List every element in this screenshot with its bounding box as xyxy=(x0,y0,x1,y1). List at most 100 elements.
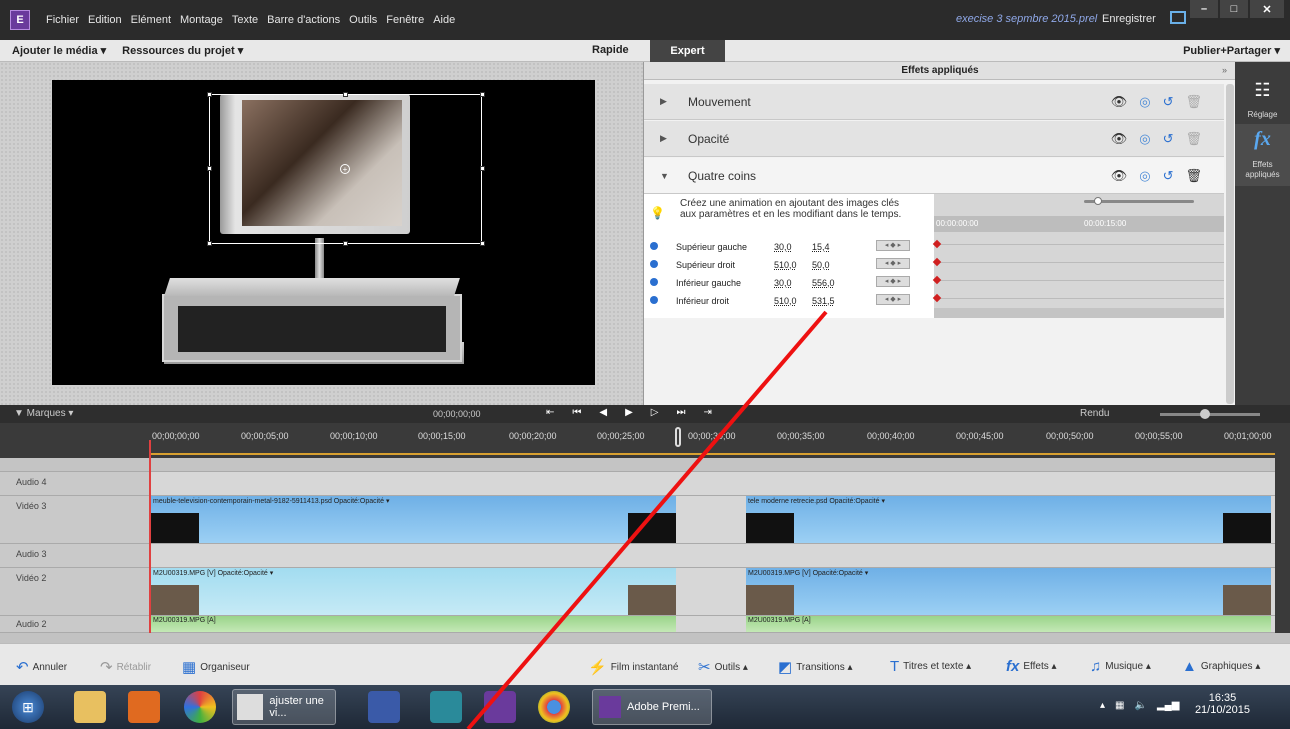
trash-icon[interactable]: 🗑 xyxy=(1185,94,1202,110)
param-value-y[interactable]: 531,5 xyxy=(812,296,835,306)
param-value-x[interactable]: 510,0 xyxy=(774,260,797,270)
prev-keyframe-icon[interactable]: ⏮ xyxy=(572,407,581,418)
volume-icon[interactable]: 🔈 xyxy=(1134,700,1146,711)
stopwatch-icon[interactable] xyxy=(650,242,658,250)
expand-arrow-icon[interactable]: ▶ xyxy=(660,133,676,144)
transitions-button[interactable]: ◩ Transitions ▴ xyxy=(778,658,853,676)
clip-tv-stand[interactable]: meuble-television-contemporain-metal-918… xyxy=(151,496,676,543)
book-icon[interactable] xyxy=(368,691,400,723)
folder-icon[interactable] xyxy=(74,691,106,723)
menu-fenetre[interactable]: Fenêtre xyxy=(386,14,424,26)
start-button-icon[interactable]: ⊞ xyxy=(12,691,44,723)
param-value-y[interactable]: 556,0 xyxy=(812,278,835,288)
resize-handle[interactable] xyxy=(480,166,485,171)
tab-rapide[interactable]: Rapide xyxy=(592,44,629,56)
elements-organizer-icon[interactable] xyxy=(430,691,462,723)
network-tray-icon[interactable]: ▦ xyxy=(1115,700,1124,711)
render-button[interactable]: Rendu xyxy=(1080,408,1109,419)
menu-element[interactable]: Elément xyxy=(131,14,171,26)
param-value-x[interactable]: 30,0 xyxy=(774,242,792,252)
instant-movie-button[interactable]: ⚡ Film instantané xyxy=(588,658,679,676)
timeline-ruler[interactable]: 00;00;00;00 00;00;05;00 00;00;10;00 00;0… xyxy=(0,423,1290,458)
premiere-elements-icon[interactable] xyxy=(484,691,516,723)
picasa-icon[interactable] xyxy=(184,691,216,723)
resize-handle[interactable] xyxy=(480,241,485,246)
stopwatch-icon[interactable] xyxy=(650,296,658,304)
resize-handle[interactable] xyxy=(480,92,485,97)
trash-icon[interactable]: 🗑 xyxy=(1185,168,1202,184)
resize-handle[interactable] xyxy=(207,241,212,246)
go-to-start-icon[interactable]: ⇤ xyxy=(546,407,554,418)
clip-audio-m2u[interactable]: M2U00319.MPG [A] xyxy=(151,616,676,632)
undo-button[interactable]: ↶ Annuler xyxy=(16,658,67,676)
close-icon[interactable]: ✕ xyxy=(1250,0,1284,18)
resize-handle[interactable] xyxy=(207,166,212,171)
reset-icon[interactable]: ↺ xyxy=(1163,94,1174,110)
clip-tele-moderne[interactable]: tele moderne retrecie.psd Opacité:Opacit… xyxy=(746,496,1271,543)
playhead[interactable] xyxy=(149,440,151,640)
effect-row-opacite[interactable]: ▶ Opacité 👁 ◎ ↺ 🗑 xyxy=(644,121,1224,157)
keyframe-timeline[interactable]: 00:00:00:00 00:00:15:00 xyxy=(932,194,1224,318)
trash-icon[interactable]: 🗑 xyxy=(1185,131,1202,147)
sidebar-effets-label[interactable]: Effets appliqués xyxy=(1235,160,1290,180)
keyframe-marker[interactable] xyxy=(932,239,942,249)
markers-dropdown[interactable]: ▼ Marques ▾ xyxy=(14,408,73,419)
publish-share-button[interactable]: Publier+Partager ▾ xyxy=(1183,44,1280,57)
taskbar-window-adjust[interactable]: ajuster une vi... xyxy=(232,689,336,725)
stopwatch-icon[interactable] xyxy=(650,260,658,268)
maximize-icon[interactable]: □ xyxy=(1220,0,1248,18)
keyframe-nav[interactable]: ◂ ◆ ▸ xyxy=(876,240,910,251)
fx-icon[interactable]: fx xyxy=(1235,128,1290,150)
menu-fichier[interactable]: Fichier xyxy=(46,14,79,26)
resize-handle[interactable] xyxy=(207,92,212,97)
clip-audio-m2u[interactable]: M2U00319.MPG [A] xyxy=(746,616,1271,632)
keyframe-marker[interactable] xyxy=(932,275,942,285)
graphics-button[interactable]: ▲ Graphiques ▴ xyxy=(1182,658,1260,675)
step-forward-icon[interactable]: ▷ xyxy=(651,407,659,418)
eye-icon[interactable]: 👁 xyxy=(1111,168,1128,184)
effect-row-mouvement[interactable]: ▶ Mouvement 👁 ◎ ↺ 🗑 xyxy=(644,84,1224,120)
expand-arrow-icon[interactable]: ▶ xyxy=(660,96,676,107)
next-keyframe-icon[interactable]: ⏭ xyxy=(677,407,686,418)
chrome-icon[interactable] xyxy=(538,691,570,723)
menu-aide[interactable]: Aide xyxy=(433,14,455,26)
signal-icon[interactable]: ▂▄▆ xyxy=(1157,700,1179,711)
resize-handle[interactable] xyxy=(343,241,348,246)
panel-scrollbar[interactable] xyxy=(1226,84,1234,404)
play-icon[interactable]: ▶ xyxy=(625,407,633,418)
param-value-x[interactable]: 30,0 xyxy=(774,278,792,288)
param-value-x[interactable]: 510,0 xyxy=(774,296,797,306)
menu-montage[interactable]: Montage xyxy=(180,14,223,26)
eye-icon[interactable]: 👁 xyxy=(1111,131,1128,147)
timeline-zoom-slider[interactable] xyxy=(1160,413,1260,416)
minimize-icon[interactable]: – xyxy=(1190,0,1218,18)
menu-texte[interactable]: Texte xyxy=(232,14,258,26)
taskbar-window-premiere[interactable]: Adobe Premi... xyxy=(592,689,712,725)
keyframe-nav[interactable]: ◂ ◆ ▸ xyxy=(876,276,910,287)
titles-button[interactable]: T Titres et texte ▴ xyxy=(890,658,971,675)
add-media-button[interactable]: Ajouter le média ▾ xyxy=(12,44,106,57)
sidebar-reglage-label[interactable]: Réglage xyxy=(1235,110,1290,119)
zoom-slider-thumb[interactable] xyxy=(1094,197,1102,205)
panel-menu-icon[interactable]: » xyxy=(1222,65,1227,75)
param-value-y[interactable]: 50,0 xyxy=(812,260,830,270)
reset-icon[interactable]: ↺ xyxy=(1163,168,1174,184)
keyframe-nav[interactable]: ◂ ◆ ▸ xyxy=(876,258,910,269)
resize-handle[interactable] xyxy=(343,92,348,97)
system-clock[interactable]: 16:35 21/10/2015 xyxy=(1195,692,1250,716)
keyframe-toggle-icon[interactable]: ◎ xyxy=(1139,94,1150,110)
stopwatch-icon[interactable] xyxy=(650,278,658,286)
tab-expert[interactable]: Expert xyxy=(650,40,725,62)
step-back-icon[interactable]: ◀ xyxy=(599,407,607,418)
effects-button[interactable]: fx Effets ▴ xyxy=(1006,658,1057,675)
collapse-arrow-icon[interactable]: ▼ xyxy=(660,171,676,181)
param-value-y[interactable]: 15,4 xyxy=(812,242,830,252)
tools-button[interactable]: ✂ Outils ▴ xyxy=(698,658,748,676)
menu-outils[interactable]: Outils xyxy=(349,14,377,26)
keyframe-toggle-icon[interactable]: ◎ xyxy=(1139,131,1150,147)
keyframe-scrollbar[interactable] xyxy=(934,308,1224,318)
clip-video-m2u[interactable]: M2U00319.MPG [V] Opacité:Opacité ▾ xyxy=(746,568,1271,615)
eye-icon[interactable]: 👁 xyxy=(1111,94,1128,110)
reset-icon[interactable]: ↺ xyxy=(1163,131,1174,147)
redo-button[interactable]: ↷ Rétablir xyxy=(100,658,151,676)
